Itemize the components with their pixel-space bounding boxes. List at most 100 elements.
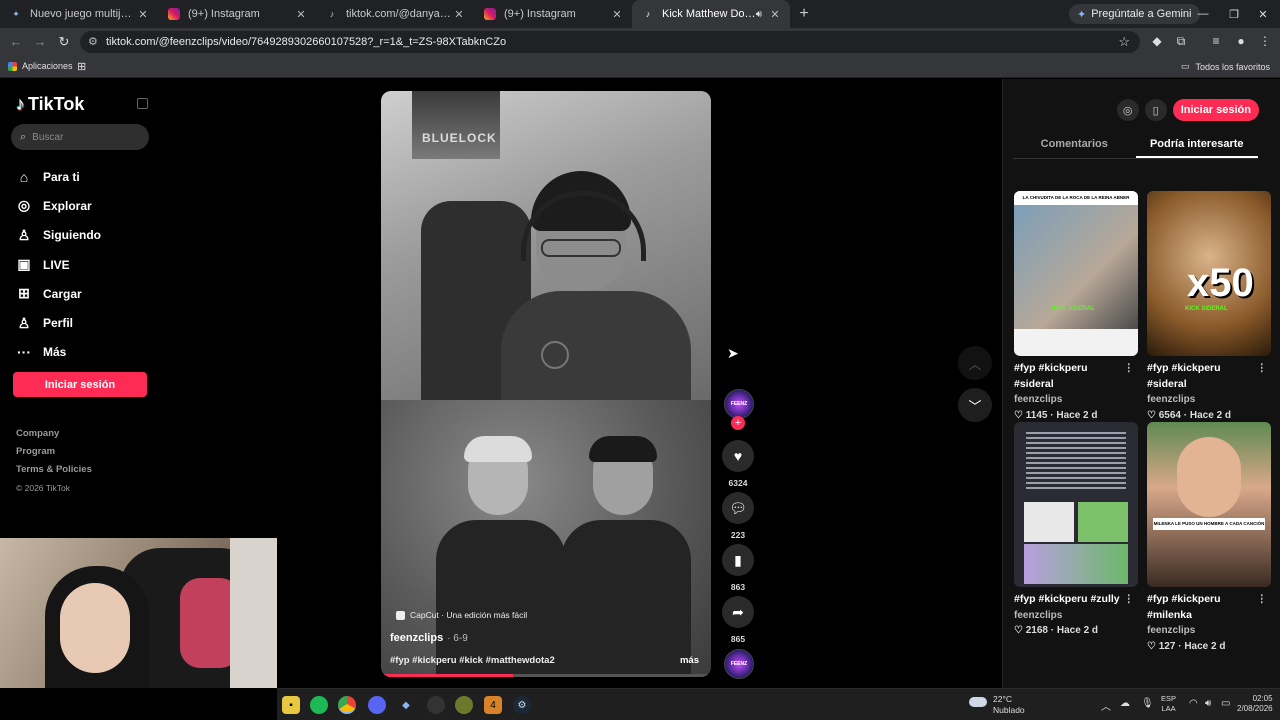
new-tab-button[interactable]: + [790, 5, 818, 23]
nav-item-perfil[interactable]: ♙ Perfil [16, 308, 101, 337]
footer-link-company[interactable]: Company [16, 425, 92, 443]
more-link[interactable]: más [680, 655, 699, 666]
menu-icon[interactable]: ⋮ [1257, 34, 1273, 48]
chevron-up-icon[interactable]: ︿ [1101, 698, 1111, 713]
video-card[interactable]: LA CHIVUDITA DE LA ROCA DE LA REINA ABNE… [1014, 191, 1138, 421]
upload-icon: ⊞ [18, 285, 30, 302]
close-tab-icon[interactable]: ✕ [452, 8, 466, 21]
weather-widget[interactable]: 22°C Nublado [969, 694, 1025, 716]
chrome-icon[interactable] [338, 696, 356, 714]
video-hashtags[interactable]: #fyp #kickperu #kick #matthewdota2 [390, 655, 555, 666]
volume-icon[interactable]: 🔊︎ [1205, 698, 1211, 709]
more-options-icon[interactable]: ⋮ [1257, 592, 1268, 608]
video-card[interactable]: x50 KICK SIDERAL #fyp #kickperu #sideral… [1147, 191, 1271, 421]
follow-plus-icon[interactable]: + [731, 416, 745, 430]
sticky-notes-icon[interactable]: ▪ [282, 696, 300, 714]
clock[interactable]: 02:05 2/08/2026 [1237, 694, 1273, 714]
tab-comentarios[interactable]: Comentarios [1013, 135, 1136, 158]
card-author[interactable]: feenzclips [1014, 608, 1138, 624]
collapse-sidebar-icon[interactable] [137, 98, 148, 109]
author-avatar-button[interactable]: FEENZ [722, 389, 754, 419]
close-tab-icon[interactable]: ✕ [768, 8, 782, 21]
spotify-icon[interactable] [310, 696, 328, 714]
language-indicator[interactable]: ESP LAA [1161, 694, 1176, 714]
nav-item-mas[interactable]: ··· Más [16, 338, 101, 367]
battery-icon[interactable]: ▭ [1221, 698, 1230, 709]
card-title: #fyp #kickperu #zully [1014, 593, 1120, 605]
capcut-watermark[interactable]: CapCut · Una edición más fácil [396, 610, 527, 620]
card-author[interactable]: feenzclips [1147, 623, 1271, 639]
logo-text: TikTok [28, 94, 85, 114]
card-author[interactable]: feenzclips [1014, 392, 1138, 408]
next-video-button[interactable]: ﹀ [958, 388, 992, 422]
site-info-icon[interactable]: ⚙ [88, 35, 98, 48]
music-disc-icon: FEENZ [724, 649, 754, 679]
obs-icon[interactable] [427, 696, 445, 714]
all-bookmarks[interactable]: ▭ Todos los favoritos [1181, 61, 1270, 72]
game-icon[interactable] [455, 696, 473, 714]
close-tab-icon[interactable]: ✕ [294, 8, 308, 21]
video-player[interactable]: BLUELOCK CapCut · Una edición más fácil … [381, 91, 711, 677]
nav-item-siguiendo[interactable]: ♙ Siguiendo [16, 221, 101, 250]
browser-tab-active[interactable]: ♪ Kick Matthew Dota: cómo e 🔊︎ ✕ [632, 0, 790, 28]
forward-icon[interactable]: → [32, 34, 48, 50]
browser-tab-2[interactable]: (9+) Instagram ✕ [158, 0, 316, 28]
video-author[interactable]: feenzclips · 6-9 [390, 632, 468, 644]
video-card[interactable]: #fyp #kickperu #zully ⋮ feenzclips ♡ 216… [1014, 422, 1138, 636]
card-author[interactable]: feenzclips [1147, 392, 1271, 408]
tiktok-logo[interactable]: ♪ TikTok [16, 94, 84, 115]
music-disc-button[interactable]: FEENZ [722, 649, 754, 679]
nav-item-para-ti[interactable]: ⌂ Para ti [16, 162, 101, 191]
tab-podria-interesarte[interactable]: Podría interesarte [1135, 135, 1258, 158]
compass-icon[interactable]: ◎ [1116, 99, 1139, 121]
thumb-banner: LA CHIVUDITA DE LA ROCA DE LA REINA ABNE… [1014, 191, 1138, 205]
like-button[interactable]: ♥ 6324 [722, 440, 754, 488]
apps-bookmark[interactable]: Aplicaciones [8, 61, 73, 71]
app-icon[interactable]: ◆ [397, 696, 415, 714]
browser-tab-1[interactable]: ✦ Nuevo juego multijugador coop ✕ [0, 0, 158, 28]
video-card[interactable]: MILENKA LE PUSO UN HOMBRE A CADA CANCIÓN… [1147, 422, 1271, 652]
more-options-icon[interactable]: ⋮ [1124, 592, 1135, 608]
browser-tab-4[interactable]: (9+) Instagram ✕ [474, 0, 632, 28]
extension-icon[interactable]: ◆ [1149, 34, 1165, 48]
more-options-icon[interactable]: ⋮ [1257, 361, 1268, 377]
footer-link-terms[interactable]: Terms & Policies [16, 461, 92, 479]
discord-icon[interactable] [368, 696, 386, 714]
login-button-top[interactable]: Iniciar sesión [1172, 99, 1259, 121]
onedrive-icon[interactable]: ☁ [1120, 698, 1130, 709]
close-window-icon[interactable]: ✕ [1246, 0, 1280, 28]
back-icon[interactable]: ← [8, 34, 24, 50]
nav-item-cargar[interactable]: ⊞ Cargar [16, 279, 101, 308]
phone-icon[interactable]: ▯ [1144, 99, 1167, 121]
reload-icon[interactable]: ↻ [56, 34, 72, 50]
more-options-icon[interactable]: ⋮ [1124, 361, 1135, 377]
speaker-icon[interactable]: 🔊︎ [756, 9, 762, 20]
grid-icon[interactable]: ⊞ [77, 60, 86, 73]
close-tab-icon[interactable]: ✕ [610, 8, 624, 21]
save-count: 863 [730, 582, 746, 592]
close-tab-icon[interactable]: ✕ [136, 8, 150, 21]
wifi-icon[interactable]: ◠ [1189, 698, 1198, 709]
address-bar[interactable]: ⚙ tiktok.com/@feenzclips/video/764928930… [80, 31, 1140, 53]
minimize-icon[interactable]: — [1186, 0, 1220, 28]
gemini-button[interactable]: ✦ Pregúntale a Gemini [1069, 4, 1200, 24]
media-icon[interactable]: ≡ [1208, 34, 1224, 48]
comment-button[interactable]: 💬︎ 223 [722, 492, 754, 540]
share-button[interactable]: ➦ 865 [722, 596, 754, 644]
previous-video-button[interactable]: ︿ [958, 346, 992, 380]
search-input[interactable]: ⌕ Buscar [11, 124, 149, 150]
save-button[interactable]: ▮ 863 [722, 544, 754, 592]
profile-avatar-icon[interactable]: ● [1233, 34, 1249, 48]
steam-icon[interactable]: ⚙ [513, 696, 531, 714]
nav-item-live[interactable]: ▣ LIVE [16, 250, 101, 279]
bookmark-star-icon[interactable]: ☆ [1118, 34, 1130, 50]
footer-link-program[interactable]: Program [16, 443, 92, 461]
gemini-label: Pregúntale a Gemini [1091, 8, 1192, 20]
puzzle-icon[interactable]: ⧉ [1173, 34, 1189, 49]
browser-tab-3[interactable]: ♪ tiktok.com/@danyahurtadoo/vi ✕ [316, 0, 474, 28]
app4-icon[interactable]: 4 [484, 696, 502, 714]
nav-item-explorar[interactable]: ◎ Explorar [16, 191, 101, 220]
mic-icon[interactable]: 🎙︎ [1141, 698, 1154, 709]
login-button[interactable]: Iniciar sesión [13, 372, 147, 397]
video-progress-bar[interactable] [381, 674, 711, 677]
